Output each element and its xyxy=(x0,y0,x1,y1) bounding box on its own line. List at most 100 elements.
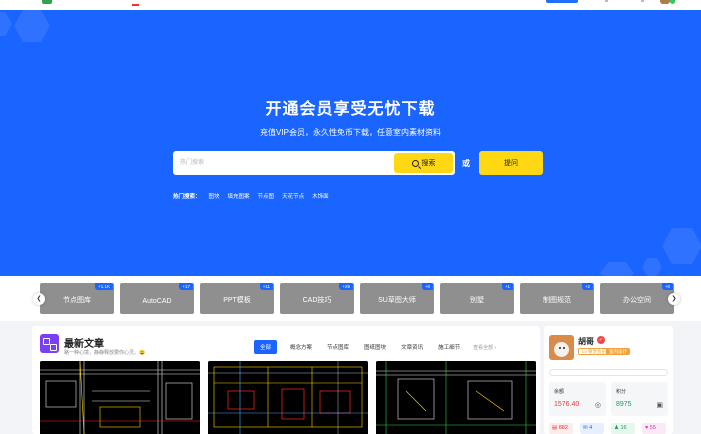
hot-tag[interactable]: 填充图案 xyxy=(228,192,250,200)
hot-tag[interactable]: 节点图 xyxy=(258,192,275,200)
tab-construction[interactable]: 施工细节 xyxy=(438,343,460,351)
coin-icon: ◎ xyxy=(594,402,601,409)
hexagon-decoration xyxy=(642,258,662,276)
counter-value: 4 xyxy=(589,425,593,431)
category-card-autocad[interactable]: AutoCAD +17 xyxy=(120,283,194,314)
avatar-face xyxy=(554,342,569,357)
hot-tag[interactable]: 木饰面 xyxy=(312,192,329,200)
search-bar: 搜索 xyxy=(173,151,455,175)
category-count-badge: +0 xyxy=(661,283,673,290)
articles-title: 最新文章 xyxy=(64,339,104,350)
likes-count[interactable]: ♥ 55 xyxy=(642,423,666,434)
articles-section-icon xyxy=(40,334,59,353)
avatar-eye xyxy=(559,347,561,349)
category-label: 节点图库 xyxy=(63,297,91,304)
points-label: 积分 xyxy=(616,389,627,395)
category-label: 办公空间 xyxy=(623,297,651,304)
points-value: 8975 xyxy=(616,401,632,408)
hot-tag[interactable]: 天花节点 xyxy=(282,192,304,200)
tab-news[interactable]: 文章资讯 xyxy=(401,343,423,351)
category-card-sketchup[interactable]: SU草图大师 +0 xyxy=(360,283,434,314)
category-card-node-library[interactable]: 节点图库 +1.1K xyxy=(40,283,114,314)
page: 开通会员享受无忧下载 充值VIP会员，永久性免币下载，任意室内素材资料 搜索 或… xyxy=(0,0,701,434)
avatar[interactable] xyxy=(549,335,574,360)
category-label: SU草图大师 xyxy=(378,297,416,304)
heart-icon: ♥ xyxy=(645,425,649,431)
category-card-drafting-standard[interactable]: 制图规范 +2 xyxy=(520,283,594,314)
header-avatar[interactable] xyxy=(660,0,670,4)
counter-value: 55 xyxy=(649,425,656,431)
cad-drawing-image xyxy=(208,361,368,434)
ask-question-button[interactable]: 提问 xyxy=(479,151,543,175)
hexagon-decoration xyxy=(600,262,634,276)
hexagon-decoration xyxy=(662,228,701,264)
balance-stat[interactable]: 余额 1576.40 ◎ xyxy=(549,382,606,416)
search-icon xyxy=(411,159,419,167)
online-status-dot xyxy=(670,0,675,4)
category-label: 制图规范 xyxy=(543,297,571,304)
category-card-villa[interactable]: 别墅 +1 xyxy=(440,283,514,314)
tab-all[interactable]: 全部 xyxy=(254,340,278,354)
balance-value: 1576.40 xyxy=(554,401,580,408)
article-thumbnail[interactable] xyxy=(40,361,200,434)
avatar-eye xyxy=(563,347,565,349)
category-count-badge: +1 xyxy=(501,283,513,290)
article-tabs: 全部 概念方案 节点图库 图纸图块 文章资讯 施工细节 查看全部 › xyxy=(254,340,496,354)
cad-drawing-image xyxy=(40,361,200,434)
category-count-badge: +29 xyxy=(339,283,353,290)
points-stat[interactable]: 积分 8975 ▣ xyxy=(611,382,668,416)
comments-count[interactable]: ✉ 4 xyxy=(580,423,604,434)
verified-icon: ✓ xyxy=(597,336,605,344)
category-card-ppt[interactable]: PPT模板 +11 xyxy=(200,283,274,314)
cad-drawing-image xyxy=(376,361,536,434)
experience-progress-bar xyxy=(549,369,668,376)
user-name[interactable]: 胡哥 xyxy=(578,336,594,347)
balance-label: 余额 xyxy=(554,389,565,395)
vip-button[interactable] xyxy=(546,0,578,3)
search-input[interactable] xyxy=(173,151,393,175)
category-card-office-space[interactable]: 办公空间 +0 xyxy=(600,283,674,314)
hot-tag[interactable]: 图块 xyxy=(209,192,220,200)
category-count-badge: +11 xyxy=(259,283,273,290)
user-profile-card: 胡哥 ✓ Lv 尊贵会员 室内设计 余额 1576.40 ◎ 积分 8975 ▣… xyxy=(544,326,673,434)
article-thumbnail[interactable] xyxy=(376,361,536,434)
chevron-right-icon[interactable]: ❯ xyxy=(668,293,680,305)
hero-title: 开通会员享受无忧下载 xyxy=(265,101,436,118)
category-count-badge: +2 xyxy=(581,283,593,290)
posts-count[interactable]: ▤ 882 xyxy=(549,423,573,434)
category-label: PPT模板 xyxy=(223,297,251,304)
article-thumbnail[interactable] xyxy=(208,361,368,434)
tab-node-library[interactable]: 节点图库 xyxy=(327,343,349,351)
hero-subtitle: 充值VIP会员，永久性免币下载，任意室内素材资料 xyxy=(260,128,441,137)
search-button-label: 搜索 xyxy=(421,160,436,167)
search-button[interactable]: 搜索 xyxy=(394,153,453,173)
comment-icon: ✉ xyxy=(583,425,588,431)
followers-count[interactable]: ♟ 16 xyxy=(611,423,635,434)
vip-hero-banner: 开通会员享受无忧下载 充值VIP会员，永久性免币下载，任意室内素材资料 搜索 或… xyxy=(0,10,701,276)
view-all-link[interactable]: 查看全部 › xyxy=(473,344,496,351)
category-count-badge: +1.1K xyxy=(95,283,113,290)
chevron-left-icon[interactable]: ❮ xyxy=(33,293,45,305)
category-card-cad-tips[interactable]: CAD技巧 +29 xyxy=(280,283,354,314)
wallet-icon: ▣ xyxy=(656,402,663,409)
hexagon-decoration xyxy=(14,10,50,42)
tab-drawings[interactable]: 图纸图块 xyxy=(364,343,386,351)
category-count-badge: +17 xyxy=(179,283,193,290)
top-navigation-bar xyxy=(0,0,701,10)
counter-value: 882 xyxy=(558,425,568,431)
profession-badge: 室内设计 xyxy=(606,348,630,355)
document-icon: ▤ xyxy=(552,425,558,431)
hexagon-decoration xyxy=(0,12,12,36)
nav-icon[interactable] xyxy=(641,0,644,2)
hot-search-label: 热门搜索： xyxy=(173,194,201,200)
counter-value: 16 xyxy=(620,425,627,431)
articles-subtitle: 路一种心境，静静释放要你心灵。😀 xyxy=(64,350,146,356)
category-label: AutoCAD xyxy=(142,298,172,305)
latest-articles-panel: 最新文章 路一种心境，静静释放要你心灵。😀 全部 概念方案 节点图库 图纸图块 … xyxy=(32,326,540,434)
hot-search-tags: 热门搜索： 图块 填充图案 节点图 天花节点 木饰面 xyxy=(173,192,329,200)
site-logo[interactable] xyxy=(42,0,52,4)
nav-icon[interactable] xyxy=(605,0,608,2)
user-icon: ♟ xyxy=(614,425,619,431)
tab-concept[interactable]: 概念方案 xyxy=(290,343,312,351)
category-label: 别墅 xyxy=(470,297,484,304)
